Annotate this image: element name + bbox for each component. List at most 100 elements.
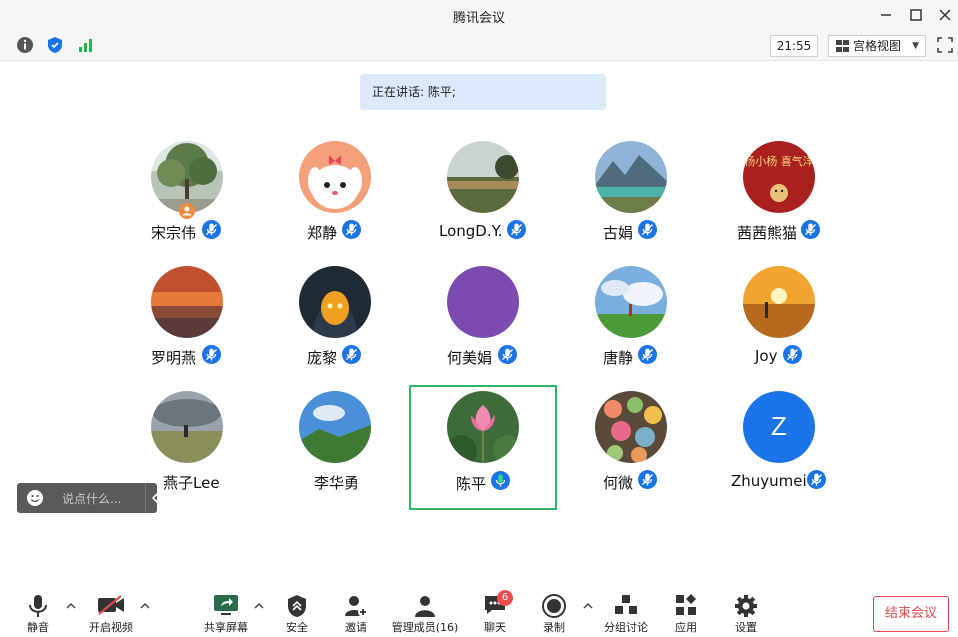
mic-muted-icon	[801, 220, 820, 239]
apps-label: 应用	[675, 621, 697, 634]
participant-tile[interactable]: 何微	[557, 386, 705, 510]
avatar-letter: Z	[771, 411, 787, 441]
participant-name: 燕子Lee	[163, 474, 220, 492]
participant-tile-active[interactable]: 陈平	[409, 385, 557, 510]
avatar	[447, 141, 519, 213]
avatar	[595, 391, 667, 463]
fullscreen-icon[interactable]	[936, 36, 954, 54]
participant-tile[interactable]: 李华勇	[261, 386, 409, 510]
participant-name: 何美娟	[447, 349, 493, 367]
grid-view-dropdown[interactable]: 宫格视图 ▼	[828, 35, 926, 57]
members-icon	[415, 596, 435, 617]
maximize-icon[interactable]	[906, 5, 926, 25]
shield-icon[interactable]	[46, 36, 64, 54]
chevron-up-icon[interactable]	[65, 600, 77, 612]
signal-icon[interactable]	[77, 36, 95, 54]
title-bar: 腾讯会议	[0, 0, 958, 30]
participant-name: 宋宗伟	[151, 224, 197, 242]
breakout-icon	[615, 595, 637, 614]
participant-tile[interactable]: 罗明燕	[113, 261, 261, 385]
view-mode-label: 宫格视图	[853, 39, 902, 53]
speaking-indicator: 正在讲话: 陈平;	[360, 74, 606, 110]
gear-icon	[735, 595, 757, 617]
add-user-icon	[345, 596, 368, 617]
avatar	[151, 391, 223, 463]
participant-tile[interactable]: 郑静	[261, 136, 409, 260]
participant-name: Joy	[755, 347, 778, 365]
participant-tile[interactable]: 古娟	[557, 136, 705, 260]
invite-button[interactable]: 邀请	[337, 586, 375, 637]
participant-tile[interactable]: Z Zhuyumei	[705, 386, 853, 510]
info-icon[interactable]	[16, 36, 34, 54]
invite-label: 邀请	[345, 621, 367, 634]
grid-icon	[836, 40, 849, 52]
participant-name: 茜茜熊猫	[737, 224, 798, 242]
minimize-icon[interactable]	[876, 5, 896, 25]
share-screen-button[interactable]: 共享屏幕	[200, 586, 252, 637]
participant-name: 郑静	[307, 224, 338, 242]
divider	[145, 483, 146, 513]
record-icon	[542, 594, 566, 618]
breakout-label: 分组讨论	[604, 621, 648, 634]
members-label: 管理成员(16)	[391, 621, 459, 634]
emoji-icon[interactable]	[26, 489, 44, 507]
settings-label: 设置	[735, 621, 757, 634]
participant-name: 古娟	[603, 224, 634, 242]
avatar	[299, 391, 371, 463]
avatar	[299, 266, 371, 338]
mic-muted-icon	[783, 345, 802, 364]
apps-button[interactable]: 应用	[667, 586, 705, 637]
record-button[interactable]: 录制	[535, 586, 573, 637]
meeting-timer: 21:55	[770, 35, 818, 57]
avatar	[447, 266, 519, 338]
mute-button[interactable]: 静音	[14, 586, 62, 637]
settings-button[interactable]: 设置	[727, 586, 765, 637]
video-label: 开启视频	[89, 621, 133, 634]
end-meeting-button[interactable]: 结束会议	[873, 596, 949, 632]
speaking-text: 正在讲话: 陈平;	[372, 85, 456, 99]
participant-tile[interactable]: Joy	[705, 261, 853, 385]
chevron-up-icon[interactable]	[582, 600, 594, 612]
mic-muted-icon	[638, 220, 657, 239]
chat-quick-input[interactable]: 说点什么...	[17, 483, 159, 513]
avatar-text: 小杨小杨 喜气洋洋	[743, 154, 815, 168]
participant-tile[interactable]: 唐静	[557, 261, 705, 385]
security-button[interactable]: 安全	[278, 586, 316, 637]
mic-muted-icon	[498, 345, 517, 364]
window-title: 腾讯会议	[452, 11, 505, 26]
participant-name: 庞黎	[307, 349, 338, 367]
microphone-icon	[29, 595, 47, 617]
security-label: 安全	[286, 621, 308, 634]
avatar: Z	[743, 391, 815, 463]
participant-name: 何微	[603, 474, 634, 492]
share-label: 共享屏幕	[204, 621, 248, 634]
participant-tile[interactable]: LongD.Y.	[409, 136, 557, 260]
shield-icon	[288, 595, 306, 617]
mic-speaking-icon	[491, 471, 510, 490]
manage-members-button[interactable]: 管理成员(16)	[389, 586, 461, 637]
chevron-up-icon[interactable]	[139, 600, 151, 612]
participant-tile[interactable]: 庞黎	[261, 261, 409, 385]
participant-tile[interactable]: 何美娟	[409, 261, 557, 385]
avatar	[743, 266, 815, 338]
chevron-up-icon[interactable]	[253, 600, 265, 612]
avatar	[595, 141, 667, 213]
breakout-rooms-button[interactable]: 分组讨论	[600, 586, 652, 637]
mic-muted-icon	[638, 345, 657, 364]
avatar	[595, 266, 667, 338]
participant-name: Zhuyumei	[731, 472, 807, 490]
close-icon[interactable]	[935, 5, 955, 25]
participant-name: 陈平	[456, 475, 487, 493]
participant-name: 罗明燕	[151, 349, 197, 367]
mic-muted-icon	[507, 220, 526, 239]
chat-label: 聊天	[484, 621, 506, 634]
chat-unread-badge: 6	[497, 590, 513, 606]
start-video-button[interactable]: 开启视频	[84, 586, 138, 637]
meeting-toolbar: 静音 开启视频 共享屏幕 安全 邀请 管理成员(16) 聊天 录制 分组讨论 应…	[0, 586, 958, 637]
participant-tile[interactable]: 小杨小杨 喜气洋洋 茜茜熊猫	[705, 136, 853, 260]
mic-muted-icon	[342, 220, 361, 239]
video-off-icon	[98, 595, 124, 615]
participant-tile[interactable]: 宋宗伟	[113, 136, 261, 260]
mic-muted-icon	[807, 470, 826, 489]
chevron-left-icon[interactable]	[151, 492, 161, 504]
